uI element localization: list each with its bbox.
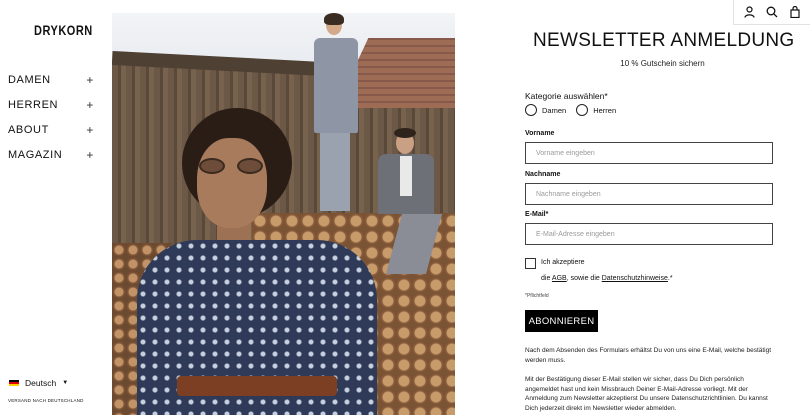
hero-model-front (137, 108, 377, 415)
nav-item-herren[interactable]: HERREN + (8, 92, 94, 117)
shipping-country[interactable]: VERSAND NACH DEUTSCHLAND (8, 398, 84, 403)
shopping-bag-icon[interactable] (788, 5, 802, 19)
plus-icon[interactable]: + (86, 148, 94, 162)
email-input[interactable]: E-Mail-Adresse eingeben (525, 223, 773, 245)
privacy-link[interactable]: Datenschutzhinweise (602, 275, 668, 282)
header-icons (733, 0, 810, 25)
nav-item-about[interactable]: ABOUT + (8, 117, 94, 142)
nav-item-label: ABOUT (8, 123, 49, 136)
sidebar: DRYKORN DAMEN + HERREN + ABOUT + MAGAZIN… (0, 0, 112, 415)
voucher-subtitle: 10 % Gutschein sichern (620, 59, 705, 68)
radio-label: Herren (593, 105, 617, 115)
plus-icon[interactable]: + (86, 73, 94, 87)
consent-checkbox[interactable] (525, 258, 536, 269)
firstname-input[interactable]: Vorname eingeben (525, 142, 773, 164)
info-text-2: Mit der Bestätigung dieser E-Mail stelle… (525, 376, 768, 412)
category-label: Kategorie auswählen* (525, 91, 608, 101)
german-flag-icon (9, 379, 19, 387)
firstname-label: Vorname (525, 130, 555, 137)
search-icon[interactable] (765, 5, 779, 19)
consent-label: Ich akzeptiere (541, 259, 585, 266)
category-radio-group: Damen Herren (525, 104, 616, 116)
language-selector[interactable]: Deutsch ▼ (9, 378, 68, 388)
subscribe-button[interactable]: ABONNIEREN (525, 310, 598, 332)
nav-item-damen[interactable]: DAMEN + (8, 67, 94, 92)
language-label: Deutsch (25, 378, 57, 388)
nav-item-magazin[interactable]: MAGAZIN + (8, 142, 94, 167)
agb-link[interactable]: AGB (552, 275, 567, 282)
required-note: *Pflichtfeld (525, 293, 549, 299)
radio-circle[interactable] (525, 104, 537, 116)
nav-item-label: HERREN (8, 98, 59, 111)
caret-down-icon: ▼ (62, 380, 69, 386)
lastname-input[interactable]: Nachname eingeben (525, 183, 773, 205)
lastname-label: Nachname (525, 171, 561, 178)
nav-item-label: MAGAZIN (8, 148, 63, 161)
hero-model-sitting (374, 128, 444, 278)
radio-herren[interactable]: Herren (576, 104, 616, 116)
consent-text: .* (667, 275, 673, 282)
hero-image (112, 13, 455, 415)
main-nav: DAMEN + HERREN + ABOUT + MAGAZIN + (8, 67, 94, 167)
radio-circle[interactable] (576, 104, 589, 116)
consent-text: , sowie die (566, 275, 602, 282)
plus-icon[interactable]: + (86, 98, 94, 112)
plus-icon[interactable]: + (86, 123, 94, 137)
user-icon[interactable] (742, 5, 756, 19)
info-text-1: Nach dem Absenden des Formulars erhältst… (525, 347, 772, 364)
nav-item-label: DAMEN (8, 73, 51, 86)
radio-damen[interactable]: Damen (525, 104, 566, 116)
brand-logo[interactable]: DRYKORN (34, 24, 93, 39)
radio-label: Damen (542, 105, 567, 115)
page-title: NEWSLETTER ANMELDUNG (533, 30, 795, 51)
consent-text: die (541, 275, 552, 282)
email-label: E-Mail* (525, 211, 549, 218)
consent-details: die AGB, sowie die Datenschutzhinweise.* (541, 275, 673, 282)
